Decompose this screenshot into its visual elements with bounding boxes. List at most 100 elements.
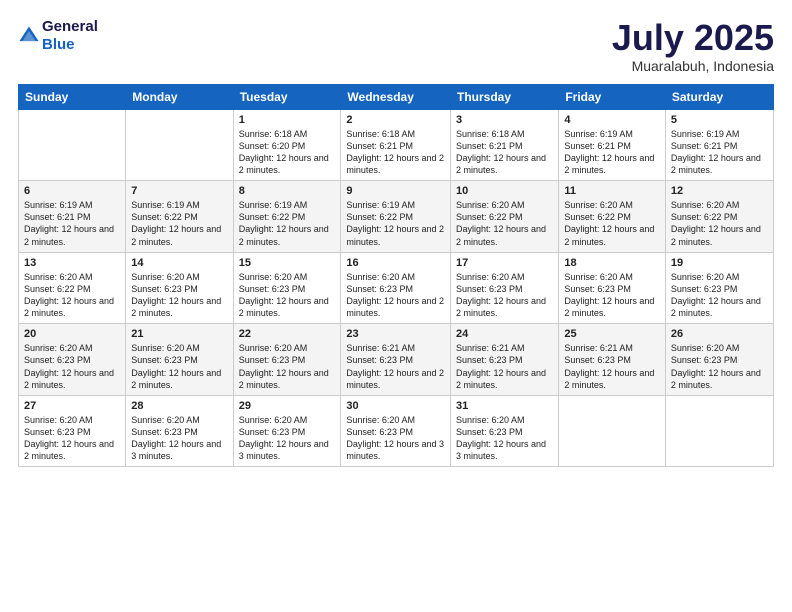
calendar-cell: 14 Sunrise: 6:20 AM Sunset: 6:23 PM Dayli… xyxy=(126,252,233,324)
day-info: Sunrise: 6:20 AM Sunset: 6:23 PM Dayligh… xyxy=(24,414,120,463)
logo-blue: Blue xyxy=(42,36,75,53)
day-info: Sunrise: 6:18 AM Sunset: 6:21 PM Dayligh… xyxy=(346,128,445,177)
calendar-cell: 20 Sunrise: 6:20 AM Sunset: 6:23 PM Dayli… xyxy=(19,324,126,396)
day-number: 22 xyxy=(239,328,336,340)
calendar-cell: 4 Sunrise: 6:19 AM Sunset: 6:21 PM Daylig… xyxy=(559,109,666,181)
calendar-cell: 16 Sunrise: 6:20 AM Sunset: 6:23 PM Dayli… xyxy=(341,252,451,324)
calendar-week-1: 1 Sunrise: 6:18 AM Sunset: 6:20 PM Daylig… xyxy=(19,109,774,181)
day-info: Sunrise: 6:19 AM Sunset: 6:22 PM Dayligh… xyxy=(131,199,227,248)
day-info: Sunrise: 6:20 AM Sunset: 6:23 PM Dayligh… xyxy=(456,414,553,463)
day-info: Sunrise: 6:20 AM Sunset: 6:23 PM Dayligh… xyxy=(239,271,336,320)
day-info: Sunrise: 6:18 AM Sunset: 6:20 PM Dayligh… xyxy=(239,128,336,177)
day-info: Sunrise: 6:19 AM Sunset: 6:21 PM Dayligh… xyxy=(24,199,120,248)
day-info: Sunrise: 6:21 AM Sunset: 6:23 PM Dayligh… xyxy=(564,342,660,391)
calendar-cell: 25 Sunrise: 6:21 AM Sunset: 6:23 PM Dayli… xyxy=(559,324,666,396)
calendar-cell xyxy=(126,109,233,181)
logo-general: General xyxy=(42,18,98,35)
calendar-cell: 8Sunrise: 6:19 AM Sunset: 6:22 PM Daylig… xyxy=(233,181,341,253)
calendar-week-3: 13 Sunrise: 6:20 AM Sunset: 6:22 PM Dayli… xyxy=(19,252,774,324)
calendar-cell: 2Sunrise: 6:18 AM Sunset: 6:21 PM Daylig… xyxy=(341,109,451,181)
day-number: 28 xyxy=(131,400,227,412)
day-number: 29 xyxy=(239,400,336,412)
calendar-cell: 5Sunrise: 6:19 AM Sunset: 6:21 PM Daylig… xyxy=(665,109,773,181)
day-number: 13 xyxy=(24,257,120,269)
logo: General Blue xyxy=(18,18,98,54)
calendar-cell: 22 Sunrise: 6:20 AM Sunset: 6:23 PM Dayli… xyxy=(233,324,341,396)
calendar-cell: 6 Sunrise: 6:19 AM Sunset: 6:21 PM Daylig… xyxy=(19,181,126,253)
header-tuesday: Tuesday xyxy=(233,84,341,109)
header-saturday: Saturday xyxy=(665,84,773,109)
calendar-cell: 3 Sunrise: 6:18 AM Sunset: 6:21 PM Daylig… xyxy=(451,109,559,181)
day-info: Sunrise: 6:20 AM Sunset: 6:23 PM Dayligh… xyxy=(346,271,445,320)
day-info: Sunrise: 6:19 AM Sunset: 6:22 PM Dayligh… xyxy=(239,199,336,248)
day-number: 4 xyxy=(564,114,660,126)
page: General Blue July 2025 Muaralabuh, Indon… xyxy=(0,0,792,612)
header-sunday: Sunday xyxy=(19,84,126,109)
calendar-cell: 28Sunrise: 6:20 AM Sunset: 6:23 PM Dayli… xyxy=(126,395,233,467)
calendar-cell xyxy=(559,395,666,467)
calendar-cell: 7Sunrise: 6:19 AM Sunset: 6:22 PM Daylig… xyxy=(126,181,233,253)
day-info: Sunrise: 6:20 AM Sunset: 6:22 PM Dayligh… xyxy=(24,271,120,320)
calendar-week-5: 27Sunrise: 6:20 AM Sunset: 6:23 PM Dayli… xyxy=(19,395,774,467)
day-number: 14 xyxy=(131,257,227,269)
day-info: Sunrise: 6:19 AM Sunset: 6:21 PM Dayligh… xyxy=(564,128,660,177)
calendar-cell: 11 Sunrise: 6:20 AM Sunset: 6:22 PM Dayli… xyxy=(559,181,666,253)
day-info: Sunrise: 6:20 AM Sunset: 6:23 PM Dayligh… xyxy=(671,342,768,391)
day-info: Sunrise: 6:20 AM Sunset: 6:22 PM Dayligh… xyxy=(564,199,660,248)
header-friday: Friday xyxy=(559,84,666,109)
header-thursday: Thursday xyxy=(451,84,559,109)
calendar-cell: 19Sunrise: 6:20 AM Sunset: 6:23 PM Dayli… xyxy=(665,252,773,324)
day-number: 6 xyxy=(24,185,120,197)
day-number: 9 xyxy=(346,185,445,197)
calendar-cell xyxy=(19,109,126,181)
day-number: 5 xyxy=(671,114,768,126)
weekday-header-row: Sunday Monday Tuesday Wednesday Thursday… xyxy=(19,84,774,109)
calendar-cell: 12 Sunrise: 6:20 AM Sunset: 6:22 PM Dayli… xyxy=(665,181,773,253)
calendar-week-2: 6 Sunrise: 6:19 AM Sunset: 6:21 PM Daylig… xyxy=(19,181,774,253)
header-monday: Monday xyxy=(126,84,233,109)
day-info: Sunrise: 6:20 AM Sunset: 6:23 PM Dayligh… xyxy=(456,271,553,320)
title-block: July 2025 Muaralabuh, Indonesia xyxy=(612,18,774,74)
day-info: Sunrise: 6:20 AM Sunset: 6:23 PM Dayligh… xyxy=(239,342,336,391)
calendar-cell: 13 Sunrise: 6:20 AM Sunset: 6:22 PM Dayli… xyxy=(19,252,126,324)
calendar-cell: 18Sunrise: 6:20 AM Sunset: 6:23 PM Dayli… xyxy=(559,252,666,324)
day-number: 15 xyxy=(239,257,336,269)
day-number: 31 xyxy=(456,400,553,412)
day-info: Sunrise: 6:18 AM Sunset: 6:21 PM Dayligh… xyxy=(456,128,553,177)
logo-icon xyxy=(18,25,40,47)
day-number: 25 xyxy=(564,328,660,340)
day-info: Sunrise: 6:20 AM Sunset: 6:23 PM Dayligh… xyxy=(24,342,120,391)
calendar-cell: 10Sunrise: 6:20 AM Sunset: 6:22 PM Dayli… xyxy=(451,181,559,253)
day-number: 19 xyxy=(671,257,768,269)
day-number: 11 xyxy=(564,185,660,197)
day-number: 16 xyxy=(346,257,445,269)
day-info: Sunrise: 6:21 AM Sunset: 6:23 PM Dayligh… xyxy=(346,342,445,391)
day-info: Sunrise: 6:20 AM Sunset: 6:23 PM Dayligh… xyxy=(346,414,445,463)
calendar-week-4: 20 Sunrise: 6:20 AM Sunset: 6:23 PM Dayli… xyxy=(19,324,774,396)
day-number: 17 xyxy=(456,257,553,269)
calendar-cell: 26Sunrise: 6:20 AM Sunset: 6:23 PM Dayli… xyxy=(665,324,773,396)
day-info: Sunrise: 6:20 AM Sunset: 6:23 PM Dayligh… xyxy=(131,271,227,320)
calendar-cell: 23 Sunrise: 6:21 AM Sunset: 6:23 PM Dayli… xyxy=(341,324,451,396)
calendar-cell: 30 Sunrise: 6:20 AM Sunset: 6:23 PM Dayli… xyxy=(341,395,451,467)
day-number: 12 xyxy=(671,185,768,197)
header-wednesday: Wednesday xyxy=(341,84,451,109)
header: General Blue July 2025 Muaralabuh, Indon… xyxy=(18,18,774,74)
calendar-cell: 1 Sunrise: 6:18 AM Sunset: 6:20 PM Daylig… xyxy=(233,109,341,181)
day-number: 23 xyxy=(346,328,445,340)
day-number: 24 xyxy=(456,328,553,340)
calendar-cell: 15 Sunrise: 6:20 AM Sunset: 6:23 PM Dayli… xyxy=(233,252,341,324)
day-number: 20 xyxy=(24,328,120,340)
day-number: 1 xyxy=(239,114,336,126)
calendar-cell: 9Sunrise: 6:19 AM Sunset: 6:22 PM Daylig… xyxy=(341,181,451,253)
calendar-cell: 17 Sunrise: 6:20 AM Sunset: 6:23 PM Dayli… xyxy=(451,252,559,324)
calendar-cell: 24 Sunrise: 6:21 AM Sunset: 6:23 PM Dayli… xyxy=(451,324,559,396)
month-title: July 2025 xyxy=(612,18,774,58)
calendar-table: Sunday Monday Tuesday Wednesday Thursday… xyxy=(18,84,774,468)
day-number: 3 xyxy=(456,114,553,126)
day-number: 30 xyxy=(346,400,445,412)
day-info: Sunrise: 6:20 AM Sunset: 6:22 PM Dayligh… xyxy=(456,199,553,248)
calendar-cell: 31 Sunrise: 6:20 AM Sunset: 6:23 PM Dayli… xyxy=(451,395,559,467)
day-info: Sunrise: 6:21 AM Sunset: 6:23 PM Dayligh… xyxy=(456,342,553,391)
day-info: Sunrise: 6:20 AM Sunset: 6:22 PM Dayligh… xyxy=(671,199,768,248)
